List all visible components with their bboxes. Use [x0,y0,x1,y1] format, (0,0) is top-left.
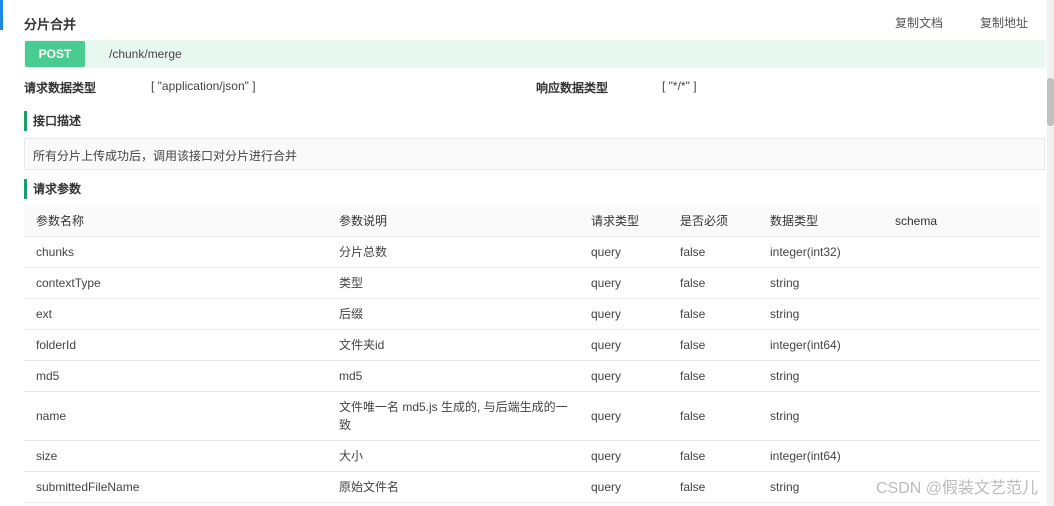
param-type: string [758,267,883,299]
description-box: 所有分片上传成功后，调用该接口对分片进行合并 [24,138,1045,170]
watermark: CSDN @假装文艺范儿 [875,480,1038,497]
param-in: query [579,440,668,472]
param-type: string [758,360,883,392]
api-header: 分片合并 复制文档 复制地址 [24,14,1034,32]
param-desc: 分片总数 [327,236,579,268]
scrollbar-track[interactable] [1047,0,1054,506]
response-type-value: [ "*/*" ] [662,79,697,93]
param-in: query [579,298,668,330]
param-required: false [668,329,758,361]
param-type: string [758,391,883,441]
copy-url-button[interactable]: 复制地址 [980,14,1028,31]
param-required: false [668,236,758,268]
endpoint-bar: POST /chunk/merge [24,40,1046,68]
col-header-type: 数据类型 [758,205,883,237]
table-header-row: 参数名称 参数说明 请求类型 是否必须 数据类型 schema [24,205,1040,237]
param-name: size [24,440,327,472]
request-type-value: [ "application/json" ] [151,79,256,93]
table-row: ext 后缀 query false string [24,298,1040,330]
param-name: submittedFileName [24,471,327,503]
param-desc: 大小 [327,440,579,472]
param-name: folderId [24,329,327,361]
table-row: md5 md5 query false string [24,360,1040,392]
param-name: name [24,391,327,441]
col-header-desc: 参数说明 [327,205,579,237]
response-type-label: 响应数据类型 [536,81,609,95]
param-in: query [579,329,668,361]
param-in: query [579,391,668,441]
param-type: string [758,471,883,503]
description-text: 所有分片上传成功后，调用该接口对分片进行合并 [33,149,298,163]
params-section-title: 请求参数 [24,179,81,199]
param-name: chunks [24,236,327,268]
param-type: integer(int64) [758,440,883,472]
table-row: size 大小 query false integer(int64) [24,440,1040,472]
param-required: false [668,440,758,472]
table-row: folderId 文件夹id query false integer(int64… [24,329,1040,361]
table-row: name 文件唯一名 md5.js 生成的, 与后端生成的一致 query fa… [24,391,1040,441]
param-schema [883,267,1040,299]
param-schema [883,440,1040,472]
param-required: false [668,298,758,330]
param-in: query [579,360,668,392]
table-row: contextType 类型 query false string [24,267,1040,299]
active-indicator [0,0,3,30]
param-required: false [668,267,758,299]
param-required: false [668,471,758,503]
copy-doc-button[interactable]: 复制文档 [895,14,943,31]
endpoint-path: /chunk/merge [109,47,182,61]
table-row: chunks 分片总数 query false integer(int32) [24,236,1040,268]
param-desc: 文件唯一名 md5.js 生成的, 与后端生成的一致 [327,391,579,441]
param-type: integer(int32) [758,236,883,268]
scrollbar-thumb[interactable] [1047,78,1054,126]
param-name: contextType [24,267,327,299]
param-type: string [758,298,883,330]
param-type: integer(int64) [758,329,883,361]
col-header-in: 请求类型 [579,205,668,237]
param-schema [883,329,1040,361]
col-header-schema: schema [883,205,1040,237]
param-required: false [668,391,758,441]
param-name: ext [24,298,327,330]
request-type-label: 请求数据类型 [24,81,97,95]
param-in: query [579,236,668,268]
col-header-name: 参数名称 [24,205,327,237]
param-desc: 后缀 [327,298,579,330]
param-desc: 文件夹id [327,329,579,361]
description-section-title: 接口描述 [24,111,81,131]
param-required: false [668,360,758,392]
param-schema [883,236,1040,268]
params-table: 参数名称 参数说明 请求类型 是否必须 数据类型 schema chunks 分… [24,205,1040,503]
col-header-required: 是否必须 [668,205,758,237]
param-in: query [579,267,668,299]
param-schema [883,391,1040,441]
page-title: 分片合并 [24,17,77,32]
http-method-badge: POST [25,41,85,67]
param-schema [883,298,1040,330]
param-schema [883,360,1040,392]
param-desc: md5 [327,360,579,392]
param-desc: 原始文件名 [327,471,579,503]
param-desc: 类型 [327,267,579,299]
param-name: md5 [24,360,327,392]
param-in: query [579,471,668,503]
